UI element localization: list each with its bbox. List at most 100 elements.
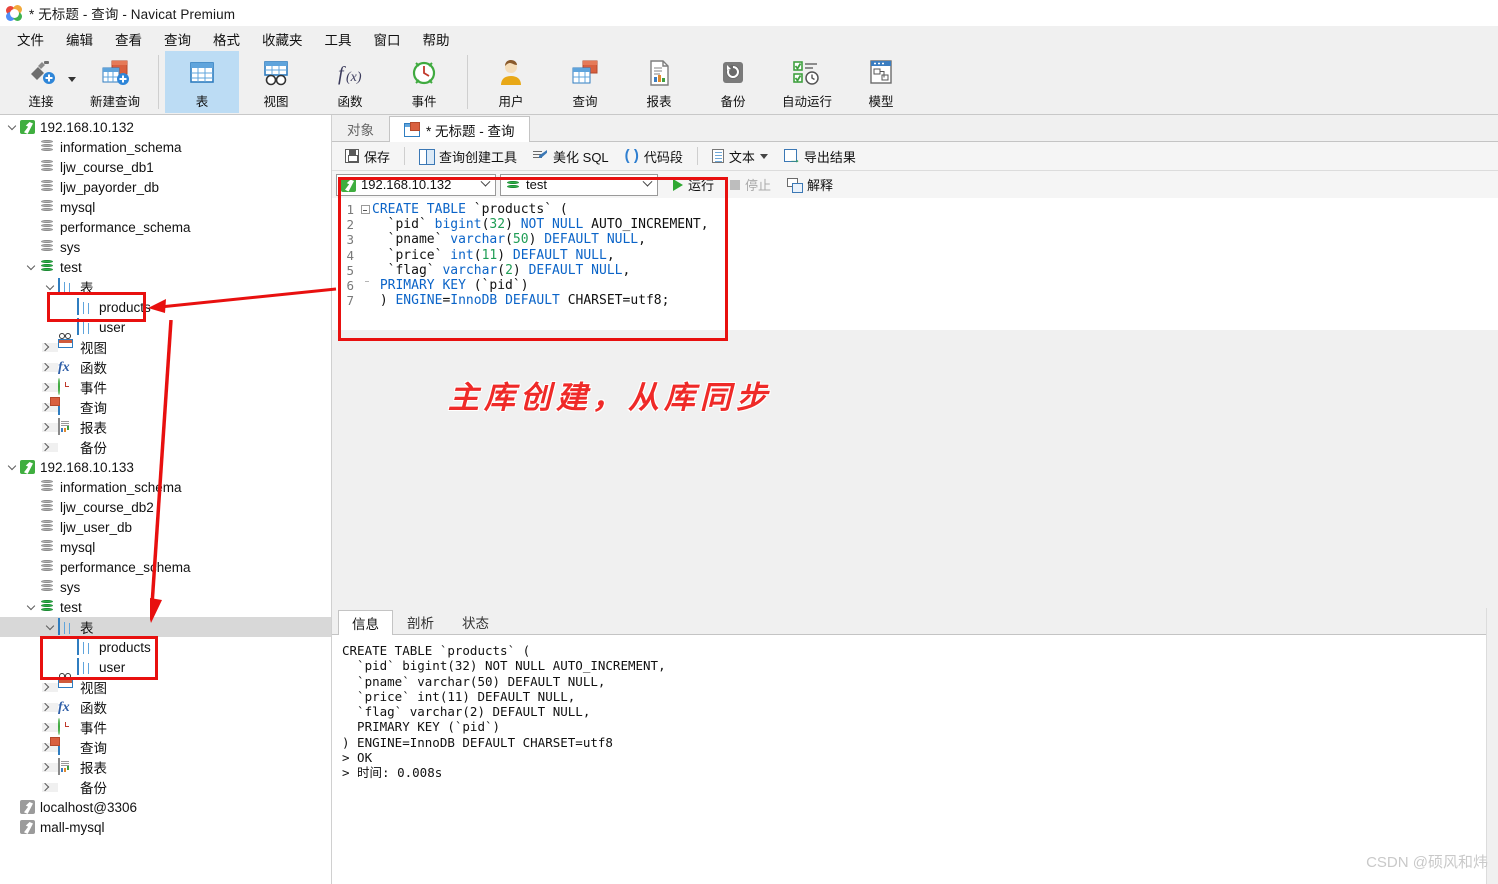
tree-node[interactable]: information_schema <box>0 137 331 157</box>
chevron-right-icon[interactable] <box>42 782 58 792</box>
sql-line[interactable]: 7 ) ENGINE=InnoDB DEFAULT CHARSET=utf8; <box>332 293 1498 308</box>
toolbar-button-view[interactable]: 视图 <box>239 51 313 113</box>
chevron-down-icon[interactable] <box>42 623 58 632</box>
chevron-right-icon[interactable] <box>42 682 58 692</box>
tree-node[interactable]: mysql <box>0 537 331 557</box>
chevron-down-icon[interactable] <box>42 283 58 292</box>
tree-node[interactable]: ljw_course_db1 <box>0 157 331 177</box>
tree-node[interactable]: 视图 <box>0 333 331 357</box>
tree-node[interactable]: products <box>0 637 331 657</box>
sql-editor[interactable]: 1 CREATE TABLE `products` (2 `pid` bigint… <box>332 198 1498 330</box>
tree-node[interactable]: ljw_user_db <box>0 517 331 537</box>
toolbar-button-new-query[interactable]: 新建查询 <box>78 51 152 113</box>
chevron-right-icon[interactable] <box>42 722 58 732</box>
chevron-right-icon[interactable] <box>42 342 58 352</box>
tree-node[interactable]: 事件 <box>0 377 331 397</box>
chevron-down-icon[interactable] <box>23 263 39 272</box>
tree-node[interactable]: localhost@3306 <box>0 797 331 817</box>
toolbar-button-user[interactable]: 用户 <box>474 51 548 113</box>
tree-node[interactable]: 表 <box>0 617 331 637</box>
editor-button-export[interactable]: 导出结果 <box>777 144 863 169</box>
tree-node[interactable]: 表 <box>0 277 331 297</box>
chevron-right-icon[interactable] <box>42 762 58 772</box>
sql-line[interactable]: 2 `pid` bigint(32) NOT NULL AUTO_INCREME… <box>332 217 1498 232</box>
tree-node[interactable]: mall-mysql <box>0 817 331 837</box>
toolbar-button-function[interactable]: f (x) 函数 <box>313 51 387 113</box>
chevron-right-icon[interactable] <box>42 362 58 372</box>
tree-node[interactable]: 查询 <box>0 397 331 417</box>
chevron-right-icon[interactable] <box>42 382 58 392</box>
editor-button-text[interactable]: 文本 <box>705 144 775 169</box>
editor-button-snippet[interactable]: ( ) 代码段 <box>618 144 690 169</box>
tree-node[interactable]: products <box>0 297 331 317</box>
editor-button-beautify[interactable]: 美化 SQL <box>526 144 616 169</box>
tree-node[interactable]: 报表 <box>0 417 331 437</box>
tree-node[interactable]: 视图 <box>0 673 331 697</box>
sql-line[interactable]: 4 `price` int(11) DEFAULT NULL, <box>332 248 1498 263</box>
tree-node[interactable]: 192.168.10.133 <box>0 457 331 477</box>
tree-node[interactable]: sys <box>0 237 331 257</box>
tree-node[interactable]: fx 函数 <box>0 357 331 377</box>
tree-node[interactable]: user <box>0 317 331 337</box>
chevron-right-icon[interactable] <box>42 422 58 432</box>
chevron-right-icon[interactable] <box>42 442 58 452</box>
stop-button[interactable]: 停止 <box>723 173 778 196</box>
editor-tab-strip[interactable]: 对象 * 无标题 - 查询 <box>332 115 1498 142</box>
editor-button-save[interactable]: 保存 <box>338 144 397 169</box>
sql-line[interactable]: 6 PRIMARY KEY (`pid`) <box>332 278 1498 293</box>
chevron-down-icon[interactable] <box>477 181 493 188</box>
editor-toolbar[interactable]: 保存 查询创建工具 美化 SQL ( ) 代码段 文本 导出结果 <box>332 142 1498 171</box>
sql-line[interactable]: 3 `pname` varchar(50) DEFAULT NULL, <box>332 232 1498 247</box>
result-tab-1[interactable]: 剖析 <box>393 609 448 634</box>
toolbar-button-model[interactable]: 模型 <box>844 51 918 113</box>
toolbar-button-event[interactable]: 事件 <box>387 51 461 113</box>
tree-node[interactable]: mysql <box>0 197 331 217</box>
connection-tree[interactable]: 192.168.10.132 information_schema ljw_cour… <box>0 115 331 837</box>
tree-node[interactable]: ljw_course_db2 <box>0 497 331 517</box>
editor-tab-1[interactable]: * 无标题 - 查询 <box>389 116 530 142</box>
tree-node[interactable]: user <box>0 657 331 677</box>
chevron-down-icon[interactable] <box>23 603 39 612</box>
tree-node[interactable]: 报表 <box>0 757 331 777</box>
database-combo[interactable]: test <box>500 173 658 196</box>
menu-item-1[interactable]: 编辑 <box>55 26 104 52</box>
chevron-down-icon[interactable] <box>4 123 20 132</box>
toolbar-button-automation[interactable]: 自动运行 <box>770 51 844 113</box>
tree-node[interactable]: 192.168.10.132 <box>0 117 331 137</box>
menu-item-2[interactable]: 查看 <box>104 26 153 52</box>
tree-node[interactable]: performance_schema <box>0 557 331 577</box>
toolbar-button-table[interactable]: 表 <box>165 51 239 113</box>
chevron-down-icon[interactable] <box>639 181 655 188</box>
toolbar-button-report[interactable]: 报表 <box>622 51 696 113</box>
tree-node[interactable]: test <box>0 597 331 617</box>
tree-node[interactable]: fx 函数 <box>0 697 331 717</box>
tree-node[interactable]: test <box>0 257 331 277</box>
menu-item-5[interactable]: 收藏夹 <box>251 26 314 52</box>
menu-item-0[interactable]: 文件 <box>6 26 55 52</box>
fold-toggle-icon[interactable] <box>358 205 372 215</box>
tree-node[interactable]: 备份 <box>0 777 331 797</box>
explain-button[interactable]: 解释 <box>780 173 840 196</box>
tree-node[interactable]: performance_schema <box>0 217 331 237</box>
sql-line[interactable]: 5 `flag` varchar(2) DEFAULT NULL, <box>332 263 1498 278</box>
tree-node[interactable]: sys <box>0 577 331 597</box>
sql-line[interactable]: 1 CREATE TABLE `products` ( <box>332 202 1498 217</box>
result-scrollbar[interactable] <box>1486 608 1498 884</box>
connection-tree-panel[interactable]: 192.168.10.132 information_schema ljw_cour… <box>0 115 332 884</box>
chevron-right-icon[interactable] <box>42 702 58 712</box>
editor-button-query-builder[interactable]: 查询创建工具 <box>412 144 524 169</box>
chevron-down-icon[interactable] <box>759 153 768 159</box>
tree-node[interactable]: 备份 <box>0 437 331 457</box>
connection-combo[interactable]: 192.168.10.132 <box>336 173 496 196</box>
tree-node[interactable]: ljw_payorder_db <box>0 177 331 197</box>
result-tab-2[interactable]: 状态 <box>448 609 503 634</box>
connection-selector-row[interactable]: 192.168.10.132 test 运行 停止 解释 <box>332 171 1498 198</box>
toolbar-button-connection[interactable]: 连接 <box>4 51 78 113</box>
menu-item-7[interactable]: 窗口 <box>363 26 412 52</box>
tree-node[interactable]: 查询 <box>0 737 331 757</box>
tree-node[interactable]: information_schema <box>0 477 331 497</box>
menu-item-4[interactable]: 格式 <box>202 26 251 52</box>
run-button[interactable]: 运行 <box>666 173 721 196</box>
tree-node[interactable]: 事件 <box>0 717 331 737</box>
chevron-down-icon[interactable] <box>68 77 76 82</box>
